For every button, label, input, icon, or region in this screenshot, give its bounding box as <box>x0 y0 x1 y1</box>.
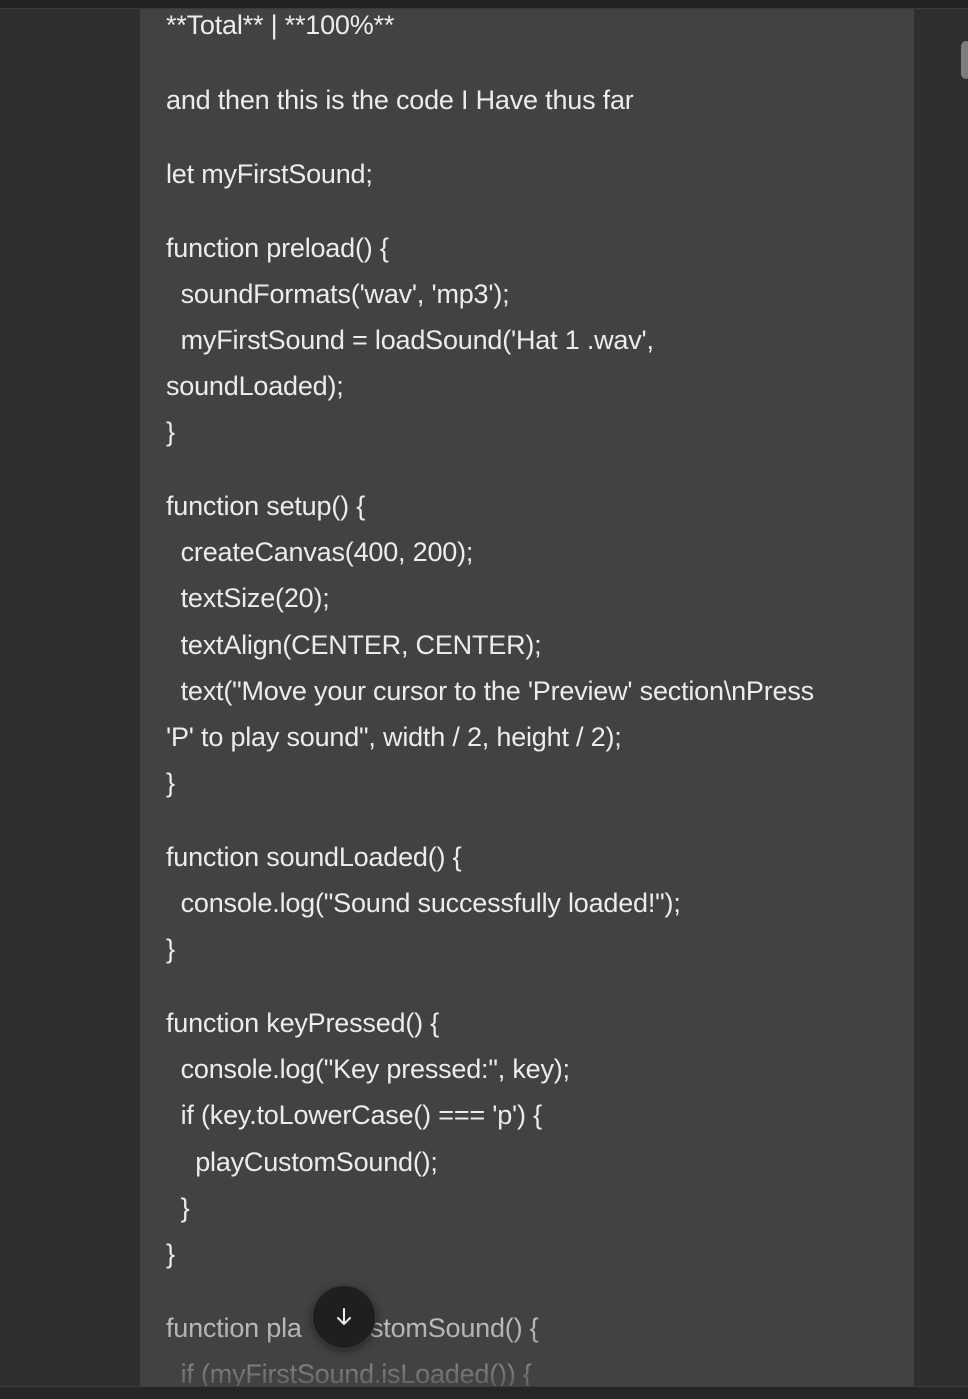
code-line: function keyPressed() { <box>166 1008 440 1038</box>
code-line: textSize(20); <box>166 583 330 613</box>
code-line: textAlign(CENTER, CENTER); <box>166 630 542 660</box>
code-line: function pla <box>166 1313 302 1343</box>
code-line: playCustomSound(); <box>166 1147 438 1177</box>
code-line: console.log("Sound successfully loaded!"… <box>166 888 681 918</box>
arrow-down-icon <box>333 1306 355 1328</box>
code-line: createCanvas(400, 200); <box>166 537 474 567</box>
message-line: and then this is the code I Have thus fa… <box>166 85 634 115</box>
code-line: if (myFirstSound.isLoaded()) { <box>166 1359 532 1389</box>
code-line: } <box>166 1193 190 1223</box>
bottom-bar <box>0 1386 968 1399</box>
top-bar <box>0 0 968 9</box>
scrollbar-thumb[interactable] <box>961 41 968 79</box>
code-line: myFirstSound = loadSound('Hat 1 .wav', <box>166 325 654 355</box>
code-line: } <box>166 768 175 798</box>
code-line: function preload() { <box>166 233 389 263</box>
code-line: function soundLoaded() { <box>166 842 462 872</box>
code-line: soundFormats('wav', 'mp3'); <box>166 279 510 309</box>
code-line: if (key.toLowerCase() === 'p') { <box>166 1100 543 1130</box>
code-line: console.log("Key pressed:", key); <box>166 1054 570 1084</box>
code-line: } <box>166 934 175 964</box>
code-line: stomSound() { <box>370 1313 539 1343</box>
code-line: text("Move your cursor to the 'Preview' … <box>166 676 815 706</box>
code-line: soundLoaded); <box>166 371 344 401</box>
code-line: 'P' to play sound", width / 2, height / … <box>166 722 622 752</box>
code-line: let myFirstSound; <box>166 159 373 189</box>
message-line: **Total** | **100%** <box>166 10 395 40</box>
code-line: function setup() { <box>166 491 366 521</box>
code-line: } <box>166 417 175 447</box>
user-message-bubble: **Total** | **100%** and then this is th… <box>140 9 914 1389</box>
code-line: } <box>166 1239 175 1269</box>
scroll-to-bottom-button[interactable] <box>312 1285 376 1349</box>
